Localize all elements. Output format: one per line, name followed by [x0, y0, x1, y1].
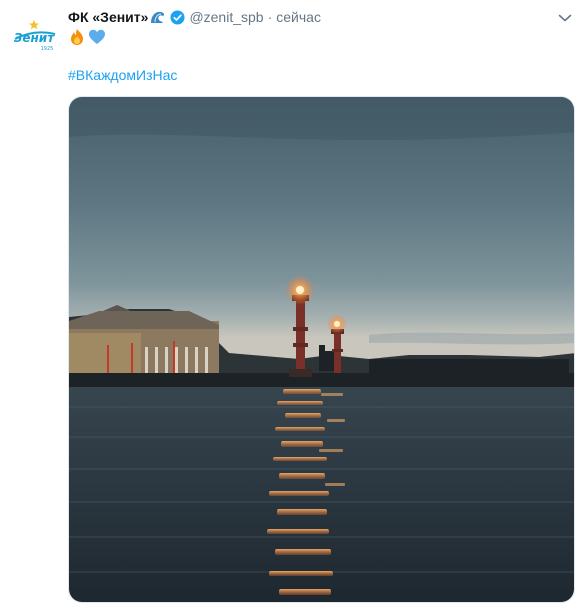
hashtag-link[interactable]: #ВКаждомИзНас	[68, 67, 177, 83]
avatar[interactable]: Зенит 1925	[9, 10, 59, 60]
tweet-photo[interactable]	[68, 96, 575, 603]
verified-badge-icon	[170, 9, 185, 25]
tweet: Зенит 1925 ФК «Зенит» @zenit_spb · сейча…	[0, 0, 584, 609]
photo-image	[69, 97, 574, 602]
logo-text: Зенит	[14, 31, 55, 45]
timestamp[interactable]: сейчас	[276, 9, 321, 25]
blue-heart-icon	[89, 29, 105, 44]
chevron-down-icon[interactable]	[556, 9, 574, 27]
zenit-logo: Зенит 1925	[14, 20, 56, 52]
tweet-text-emojis	[68, 28, 106, 46]
separator-dot: ·	[267, 9, 273, 25]
wave-emoji-icon	[151, 11, 165, 23]
logo-year: 1925	[41, 46, 54, 52]
author-name[interactable]: ФК «Зенит»	[68, 9, 148, 25]
author-handle[interactable]: @zenit_spb	[189, 9, 263, 25]
tweet-header: ФК «Зенит» @zenit_spb · сейчас	[68, 7, 321, 27]
fire-icon	[71, 29, 83, 45]
